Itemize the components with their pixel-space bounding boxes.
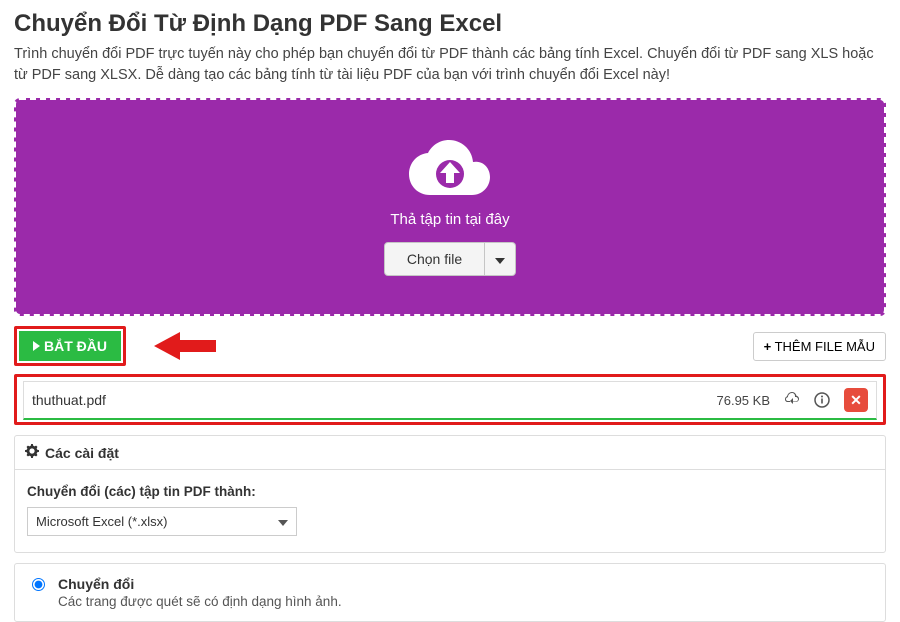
convert-option-title: Chuyển đổi [58,576,342,592]
chevron-down-icon [278,514,288,529]
file-name: thuthuat.pdf [32,392,106,408]
file-row: thuthuat.pdf 76.95 KB ✕ [23,381,877,420]
action-row: BẮT ĐẦU + THÊM FILE MẪU [14,326,886,366]
instruction-arrow-icon [154,332,216,360]
format-select[interactable]: Microsoft Excel (*.xlsx) [27,507,297,536]
page-subtitle: Trình chuyển đổi PDF trực tuyến này cho … [14,44,886,86]
convert-option[interactable]: Chuyển đổi Các trang được quét sẽ có địn… [14,563,886,622]
delete-button[interactable]: ✕ [844,388,868,412]
format-value: Microsoft Excel (*.xlsx) [36,514,167,529]
add-sample-button[interactable]: + THÊM FILE MẪU [753,332,886,361]
dropzone[interactable]: Thả tập tin tại đây Chọn file [14,98,886,316]
settings-panel: Các cài đặt Chuyển đổi (các) tập tin PDF… [14,435,886,553]
close-icon: ✕ [850,392,862,409]
drop-text: Thả tập tin tại đây [390,211,509,228]
format-label: Chuyển đổi (các) tập tin PDF thành: [27,484,873,499]
choose-file-dropdown[interactable] [485,242,516,276]
choose-file-button[interactable]: Chọn file [384,242,485,276]
start-button-label: BẮT ĐẦU [44,338,107,354]
convert-option-desc: Các trang được quét sẽ có định dạng hình… [58,594,342,609]
start-button-highlight: BẮT ĐẦU [14,326,126,366]
info-icon[interactable] [814,392,830,408]
settings-header[interactable]: Các cài đặt [15,436,885,470]
file-button-group: Chọn file [384,242,516,276]
file-row-highlight: thuthuat.pdf 76.95 KB ✕ [14,374,886,425]
add-sample-label: THÊM FILE MẪU [775,339,875,354]
upload-cloud-icon [407,138,493,203]
gear-icon [25,444,39,461]
play-icon [33,341,40,351]
start-button[interactable]: BẮT ĐẦU [19,331,121,361]
settings-title: Các cài đặt [45,445,119,461]
plus-icon: + [764,339,772,354]
page-title: Chuyển Đổi Từ Định Dạng PDF Sang Excel [14,10,886,38]
chevron-down-icon [495,252,505,267]
convert-radio[interactable] [32,578,45,591]
file-size: 76.95 KB [717,393,771,408]
download-icon[interactable] [784,392,800,408]
